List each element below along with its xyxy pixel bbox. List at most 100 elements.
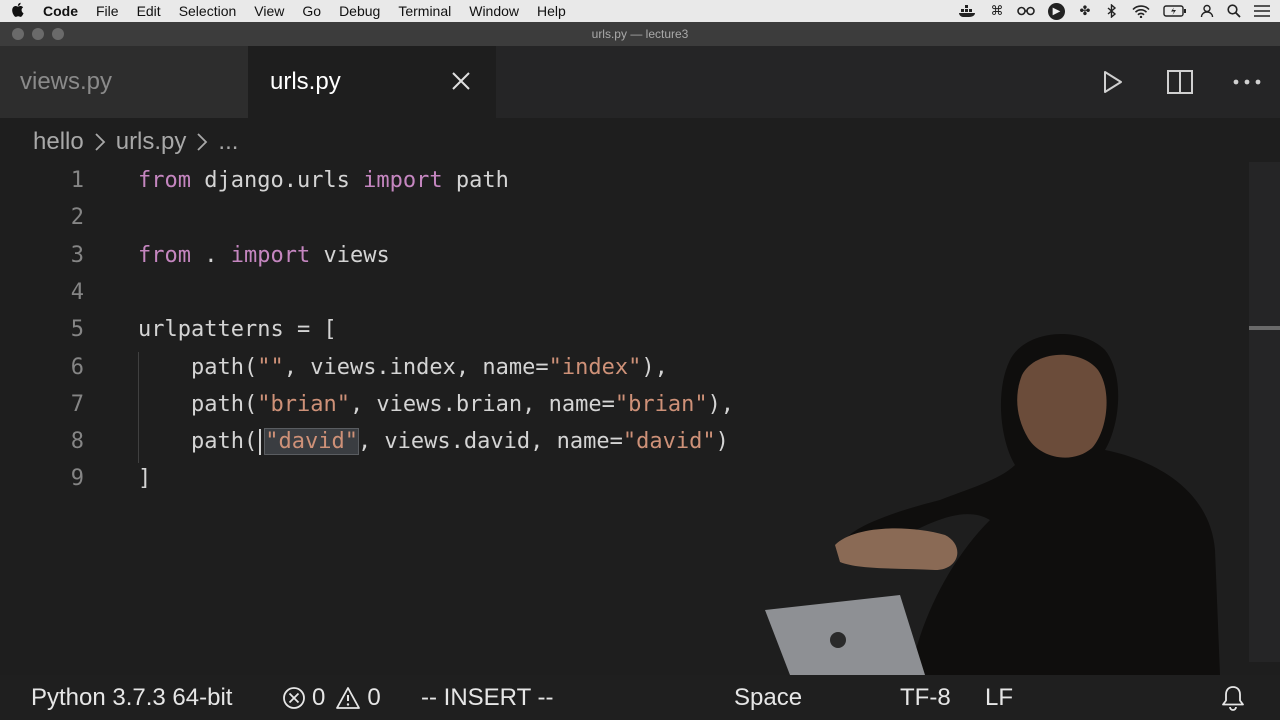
line-number: 1: [70, 168, 84, 193]
code-text: path("david", views.david, name="david"): [138, 427, 729, 455]
line-number: 5: [70, 317, 84, 342]
code-text: from django.urls import path: [138, 168, 509, 193]
menu-go[interactable]: Go: [293, 3, 330, 19]
line-number: 9: [70, 466, 84, 491]
code-token: ),: [641, 355, 668, 380]
window-title-bar: urls.py — lecture3: [0, 22, 1280, 46]
code-token: path(: [138, 355, 258, 380]
menu-list-icon[interactable]: [1254, 5, 1270, 17]
keyword-token: from: [138, 168, 191, 193]
close-tab-icon[interactable]: [448, 68, 474, 94]
file-encoding[interactable]: TF-8: [900, 675, 951, 720]
notifications-bell-icon[interactable]: [1220, 675, 1246, 720]
keyword-token: from: [138, 243, 191, 268]
tab-label: views.py: [20, 68, 113, 95]
tab-urls-py[interactable]: urls.py: [248, 46, 496, 118]
code-line[interactable]: 1 from django.urls import path: [0, 162, 1240, 199]
menu-terminal[interactable]: Terminal: [389, 3, 460, 19]
string-token: "": [257, 355, 284, 380]
breadcrumb-file[interactable]: urls.py: [116, 128, 187, 156]
window-title: urls.py — lecture3: [591, 27, 689, 41]
python-interpreter[interactable]: Python 3.7.3 64-bit: [31, 675, 232, 720]
menu-help[interactable]: Help: [528, 3, 575, 19]
keyword-token: import: [230, 243, 311, 268]
end-of-line[interactable]: LF: [985, 675, 1013, 720]
warning-icon: [335, 686, 361, 710]
tab-label: urls.py: [270, 68, 341, 95]
code-token: ]: [138, 466, 152, 491]
code-text: ]: [138, 466, 151, 491]
breadcrumb-folder[interactable]: hello: [33, 128, 84, 156]
line-number: 8: [70, 429, 84, 454]
scrollbar-thumb[interactable]: [1249, 326, 1280, 330]
menu-debug[interactable]: Debug: [330, 3, 389, 19]
flower-icon[interactable]: ✤: [1078, 3, 1092, 19]
breadcrumb-symbol[interactable]: ...: [218, 128, 238, 156]
battery-icon[interactable]: [1163, 5, 1187, 17]
string-token: "index": [548, 355, 642, 380]
line-number: 2: [70, 205, 84, 230]
bluetooth-icon[interactable]: [1105, 4, 1119, 18]
code-token: django.urls: [190, 168, 364, 193]
menu-edit[interactable]: Edit: [128, 3, 170, 19]
glasses-icon[interactable]: [1017, 6, 1035, 16]
speaker-video-overlay: [765, 333, 1220, 675]
status-bar: Python 3.7.3 64-bit 0 0 -- INSERT -- Spa…: [0, 675, 1280, 720]
breadcrumb: hello urls.py ...: [33, 124, 238, 160]
tab-views-py[interactable]: views.py: [0, 46, 248, 118]
code-token: ): [715, 428, 729, 454]
code-text: from . import views: [138, 243, 390, 268]
menu-code[interactable]: Code: [34, 3, 87, 19]
code-line[interactable]: 4: [0, 274, 1240, 311]
menu-file[interactable]: File: [87, 3, 128, 19]
wifi-icon[interactable]: [1132, 4, 1150, 18]
docker-icon[interactable]: [959, 5, 977, 17]
more-actions-icon[interactable]: [1213, 46, 1280, 118]
text-cursor: [259, 428, 262, 455]
menu-selection[interactable]: Selection: [170, 3, 246, 19]
code-text: path("", views.index, name="index"),: [138, 355, 668, 380]
menu-window[interactable]: Window: [460, 3, 528, 19]
menu-view[interactable]: View: [245, 3, 293, 19]
code-text: path("brian", views.brian, name="brian")…: [138, 392, 734, 417]
run-file-button[interactable]: [1079, 46, 1146, 118]
error-icon: [282, 686, 306, 710]
line-number: 3: [70, 243, 84, 268]
code-token: , views.index, name=: [283, 355, 549, 380]
chevron-right-icon: [192, 132, 212, 152]
code-line[interactable]: 3 from . import views: [0, 237, 1240, 274]
code-token: ),: [707, 392, 735, 417]
vim-mode: -- INSERT --: [421, 683, 554, 711]
code-token: , views.brian, name=: [349, 392, 615, 417]
zoom-window-button[interactable]: [52, 28, 64, 40]
editor-scrollbar[interactable]: [1249, 162, 1280, 662]
line-number: 7: [70, 392, 84, 417]
menu-bar-status-icons: ⌘ ▶ ✤: [959, 0, 1270, 22]
split-editor-button[interactable]: [1146, 46, 1213, 118]
minimize-window-button[interactable]: [32, 28, 44, 40]
indentation-setting[interactable]: Space: [734, 675, 802, 720]
code-token: path(: [138, 392, 258, 417]
line-number: 6: [70, 355, 84, 380]
close-window-button[interactable]: [12, 28, 24, 40]
keyword-token: import: [363, 168, 443, 193]
chevron-right-icon: [90, 132, 110, 152]
code-token: .: [190, 243, 231, 268]
problems-indicator[interactable]: 0 0: [282, 675, 381, 720]
macos-menu-bar: Code File Edit Selection View Go Debug T…: [0, 0, 1280, 22]
code-token: urlpatterns = [: [138, 317, 337, 342]
user-icon[interactable]: [1200, 4, 1214, 18]
code-token: views: [310, 243, 390, 268]
window-controls: [12, 28, 64, 40]
string-token: "brian": [257, 392, 350, 417]
play-circle-icon[interactable]: ▶: [1048, 2, 1065, 20]
command-icon[interactable]: ⌘: [990, 3, 1004, 19]
code-text: urlpatterns = [: [138, 317, 337, 342]
search-icon[interactable]: [1227, 4, 1241, 18]
apple-logo-icon[interactable]: [0, 2, 34, 21]
string-token: "brian": [614, 392, 708, 417]
error-count: 0: [312, 683, 326, 711]
code-line[interactable]: 2: [0, 199, 1240, 236]
string-token: "david": [264, 427, 359, 455]
editor-actions: [1079, 46, 1280, 118]
